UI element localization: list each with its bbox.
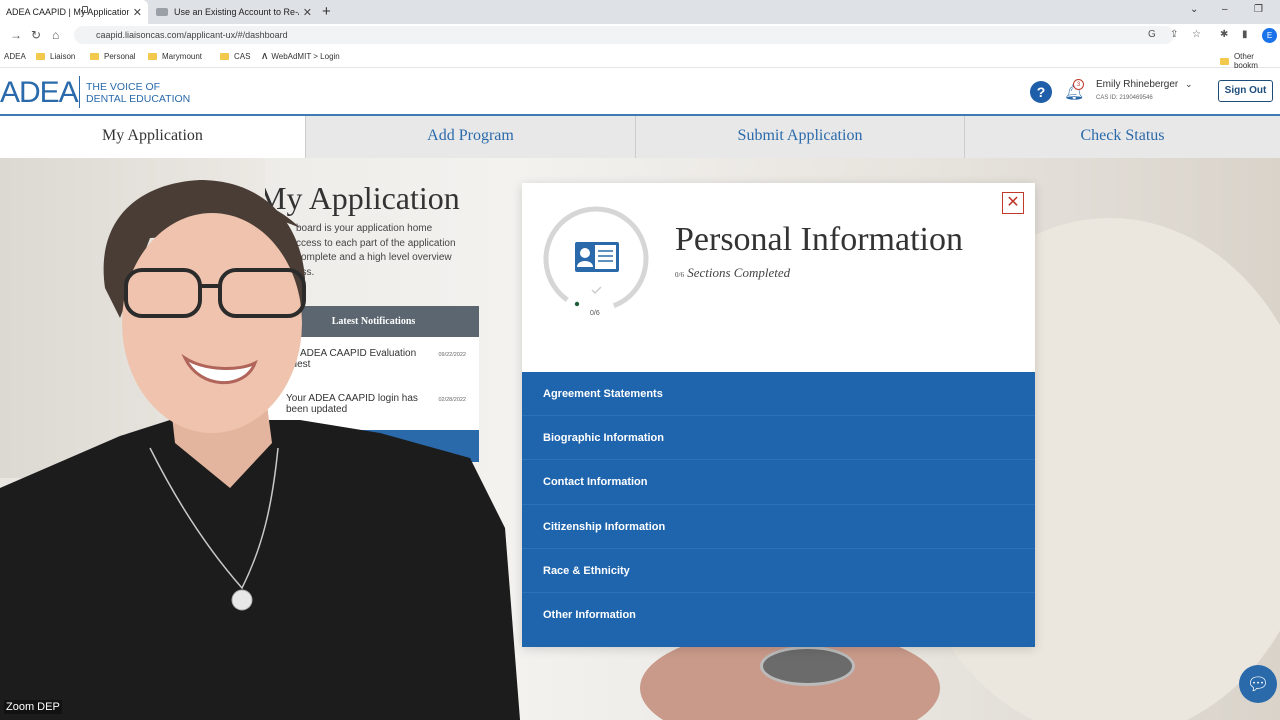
share-icon[interactable]: ⇪ [1170,29,1178,40]
section-other-information[interactable]: Other Information [522,593,1035,637]
dental-mirror-image [760,646,855,686]
help-icon[interactable]: ? [1030,81,1052,103]
bookmark-cas[interactable]: CAS [220,52,250,61]
cas-id: CAS ID: 2190469546 [1096,95,1153,101]
chat-icon[interactable]: 💬︎ [1239,665,1277,703]
main-nav: My Application Add Program Submit Applic… [0,116,1280,158]
bookmark-label: Personal [104,52,136,61]
minimize-icon[interactable]: – [1222,4,1228,15]
user-name[interactable]: Emily Rhineberger [1096,79,1178,90]
forward-icon[interactable]: → [10,28,22,42]
sections-completed-label: Sections Completed [687,265,791,280]
site-header: ADEA THE VOICE OF DENTAL EDUCATION ? 🔔︎ … [0,68,1280,116]
progress-marker [574,301,580,307]
progress-ring [543,206,649,312]
tab-my-application[interactable]: My Application [0,116,305,158]
bookmark-label: Marymount [162,52,203,61]
notification-badge: 3 [1073,79,1084,90]
bookmark-webadmit[interactable]: Λ WebAdMIT > Login [262,52,340,61]
pendant [231,589,253,611]
tagline-line1: THE VOICE OF [86,81,161,93]
tab-label: ADEA CAAPID | My Application D [6,7,129,17]
sign-out-button[interactable]: Sign Out [1218,80,1273,102]
reload-icon[interactable]: ↻ [31,28,41,42]
presenter-video [0,158,520,720]
section-agreement-statements[interactable]: Agreement Statements [522,372,1035,417]
close-icon[interactable]: ✕ [1002,192,1024,214]
tab-check-status[interactable]: Check Status [964,116,1280,158]
browser-tab-active[interactable]: ADEA CAAPID | My Application D ✕ [0,0,148,24]
folder-icon [1220,57,1229,65]
tab-label: Use an Existing Account to Re-A [174,7,299,17]
presenter-face [122,213,302,433]
bookmark-liaison[interactable]: Liaison [36,52,75,61]
address-toolbar: → ↻ ⌂ caapid.liaisoncas.com/applicant-ux… [0,24,1280,46]
bookmark-adea[interactable]: ADEA [4,52,26,61]
home-icon[interactable]: ⌂ [52,28,59,42]
side-panel-icon[interactable]: ▮ [1242,29,1248,40]
browser-tab[interactable]: Use an Existing Account to Re-A ✕ [150,0,318,24]
sections-completed: 0/6 Sections Completed [675,265,790,281]
bookmarks-bar: ADEA Liaison Personal Marymount CAS Λ Web… [0,46,1280,70]
webadmit-icon: Λ [262,52,268,61]
tagline-line2: DENTAL EDUCATION [86,93,191,105]
tab-search-icon[interactable]: ⌄ [1190,4,1198,15]
chevron-down-icon[interactable]: ⌄ [1185,79,1193,90]
bookmark-marymount[interactable]: Marymount [148,52,202,61]
folder-icon [90,53,99,60]
close-tab-icon[interactable]: ✕ [133,6,142,19]
url-field[interactable]: caapid.liaisoncas.com/applicant-ux/#/das… [74,26,1174,44]
bookmark-label: Liaison [50,52,76,61]
profile-avatar[interactable]: E [1262,28,1277,43]
section-race-ethnicity[interactable]: Race & Ethnicity [522,549,1035,593]
section-biographic-information[interactable]: Biographic Information [522,416,1035,461]
tab-add-program[interactable]: Add Program [305,116,635,158]
id-card-icon-head [580,248,590,258]
bookmark-star-icon[interactable]: ☆ [1192,29,1201,40]
zoom-participant-label: Zoom DEP [4,700,62,714]
new-tab-icon[interactable]: + [322,3,331,20]
bookmark-label: CAS [234,52,251,61]
tagline: THE VOICE OF DENTAL EDUCATION [86,81,190,105]
close-tab-icon[interactable]: ✕ [303,6,312,19]
lock-icon [82,6,88,13]
id-card-icon-panel [595,245,616,269]
tab-favicon-icon [156,8,168,16]
presenter-body [0,420,520,720]
progress-label: 0/6 [590,310,600,317]
extensions-icon[interactable]: ✱ [1220,29,1228,40]
tab-submit-application[interactable]: Submit Application [635,116,964,158]
adea-logo[interactable]: ADEA [0,76,79,110]
card-title: Personal Information [675,221,963,258]
personal-information-card: ✕ 0/6 Personal Information 0/6 Sections … [522,183,1035,647]
sections-count: 0/6 [675,271,684,279]
section-contact-information[interactable]: Contact Information [522,460,1035,505]
google-icon[interactable]: G [1148,29,1156,40]
folder-icon [148,53,157,60]
restore-icon[interactable]: ❐ [1254,4,1263,15]
browser-tab-bar: ADEA CAAPID | My Application D ✕ Use an … [0,0,1280,24]
bookmark-label: WebAdMIT > Login [271,52,340,61]
section-citizenship-information[interactable]: Citizenship Information [522,505,1035,549]
section-list: Agreement Statements Biographic Informat… [522,372,1035,647]
folder-icon [220,53,229,60]
folder-icon [36,53,45,60]
bookmark-personal[interactable]: Personal [90,52,136,61]
logo-divider [79,76,80,108]
